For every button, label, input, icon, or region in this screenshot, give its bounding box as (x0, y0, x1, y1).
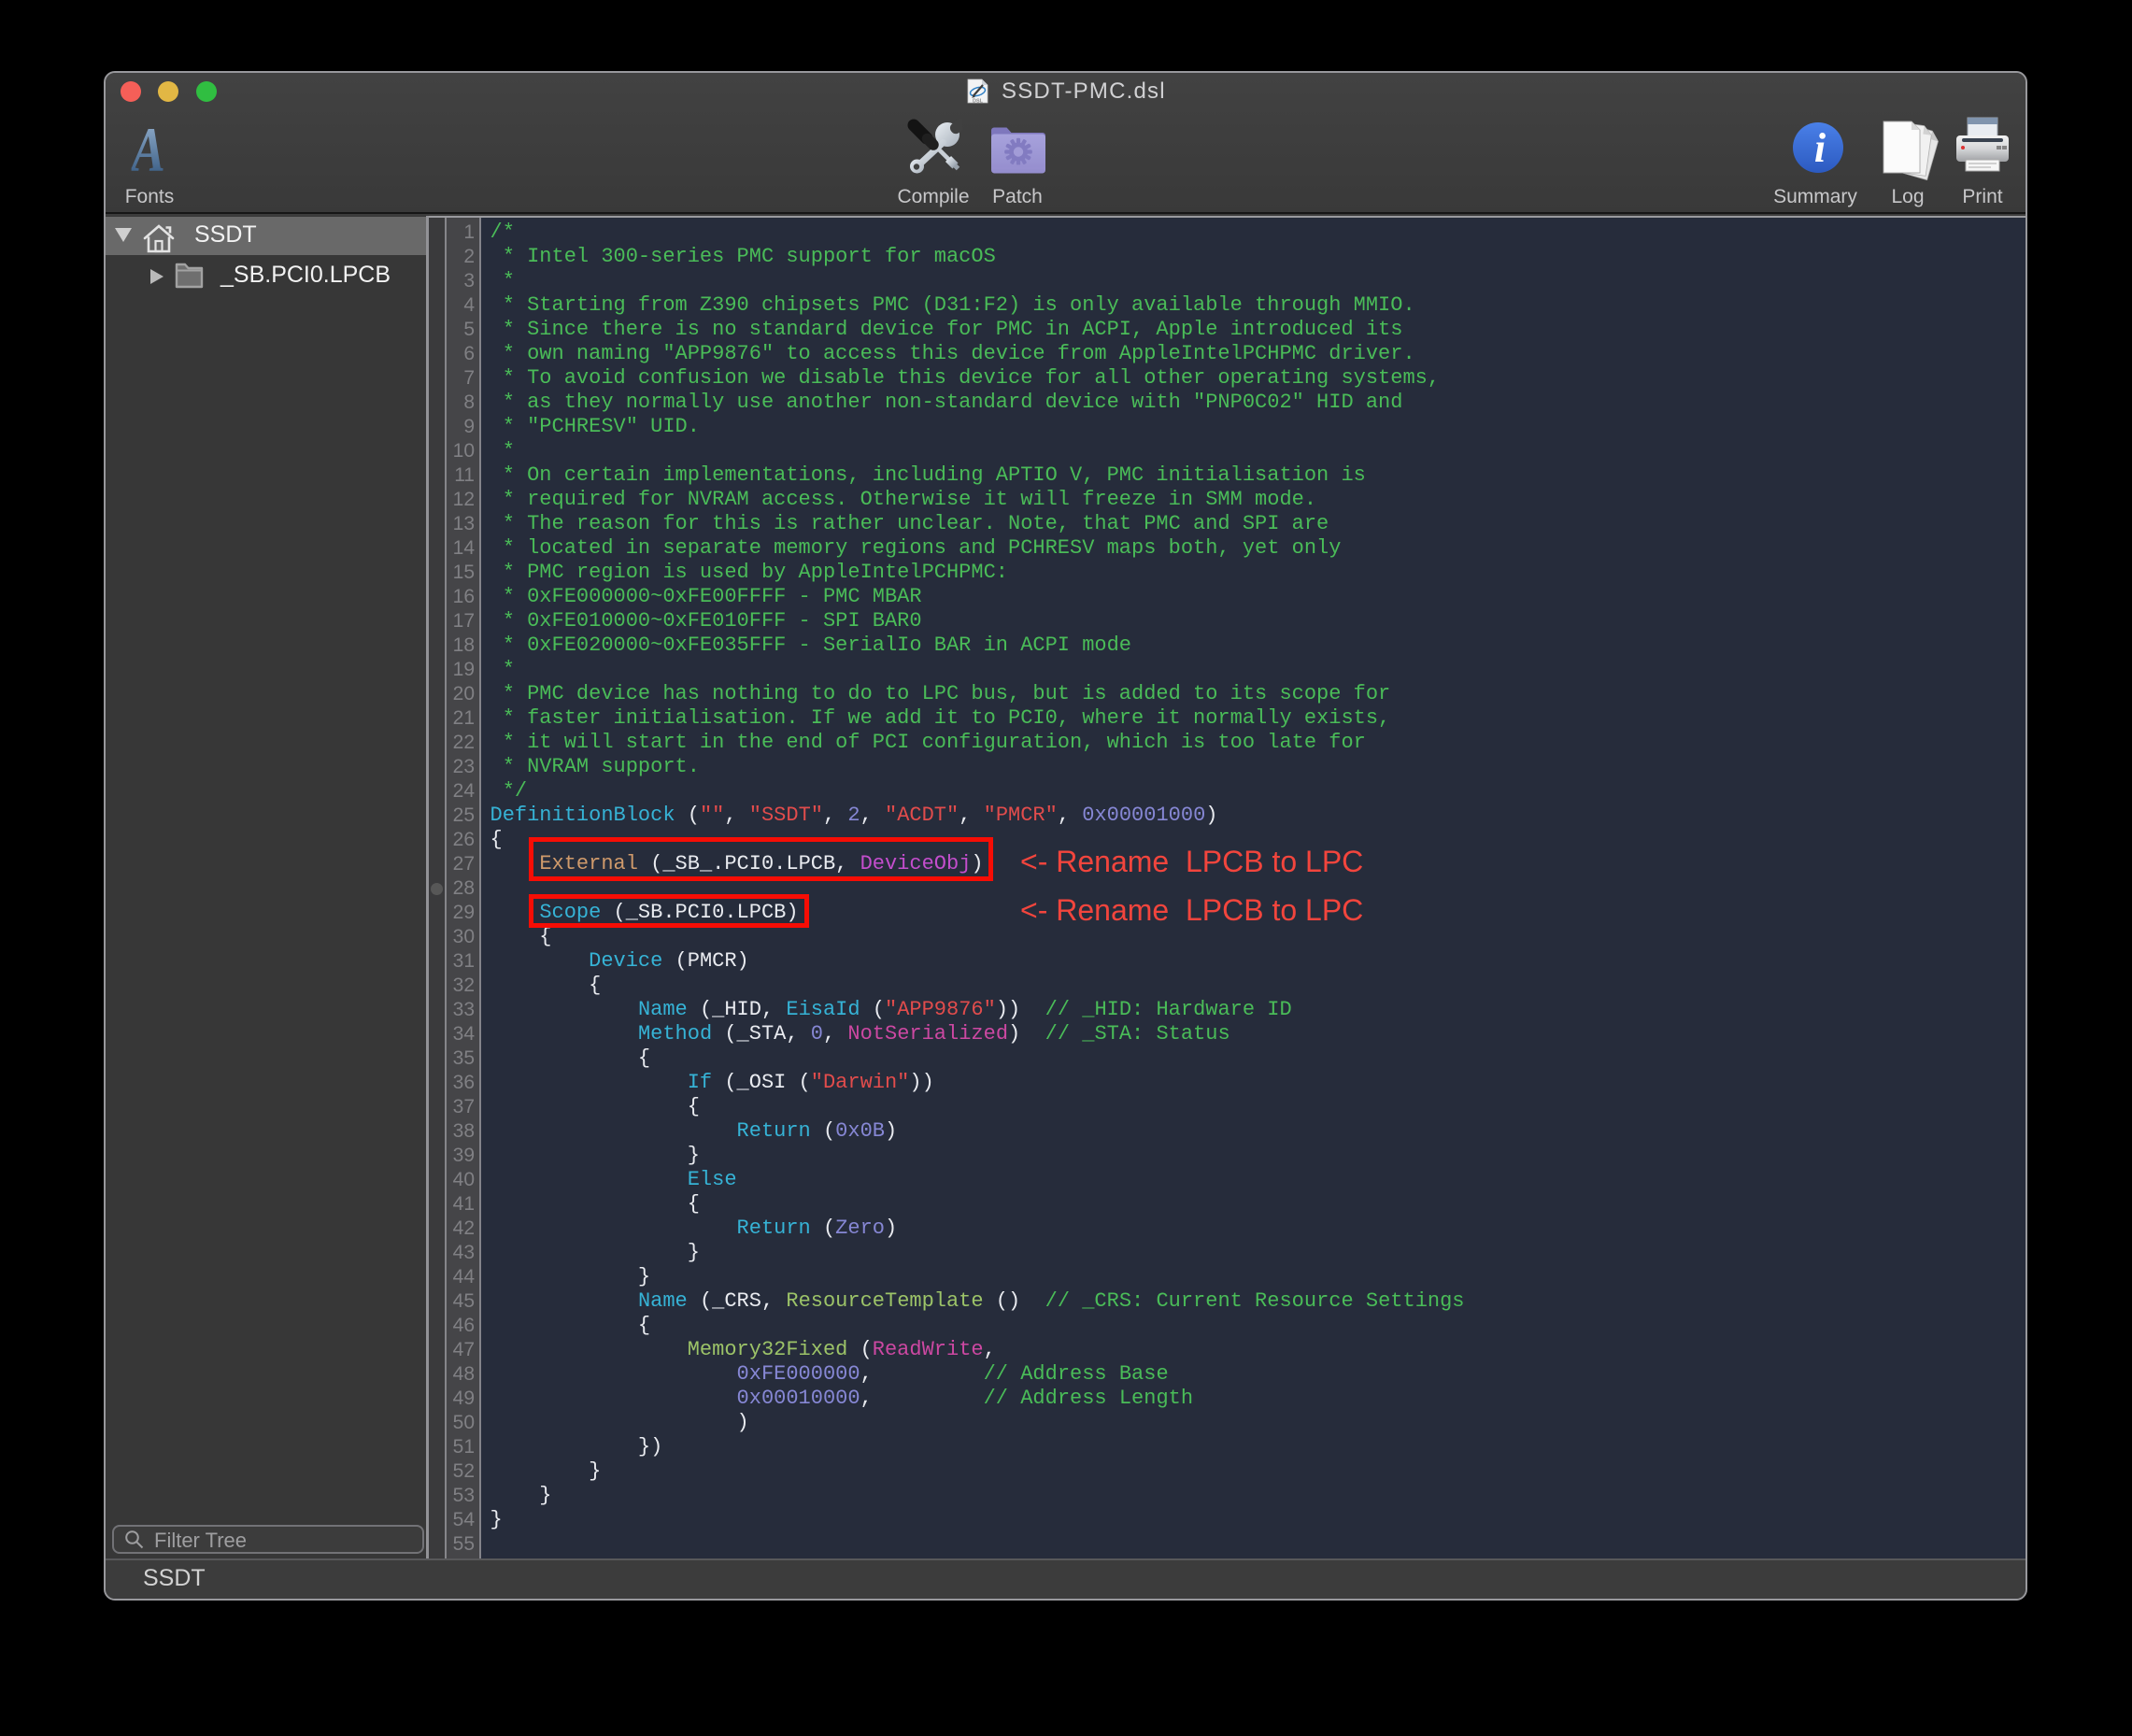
svg-text:DSL: DSL (973, 99, 984, 105)
svg-text:i: i (1814, 125, 1826, 171)
